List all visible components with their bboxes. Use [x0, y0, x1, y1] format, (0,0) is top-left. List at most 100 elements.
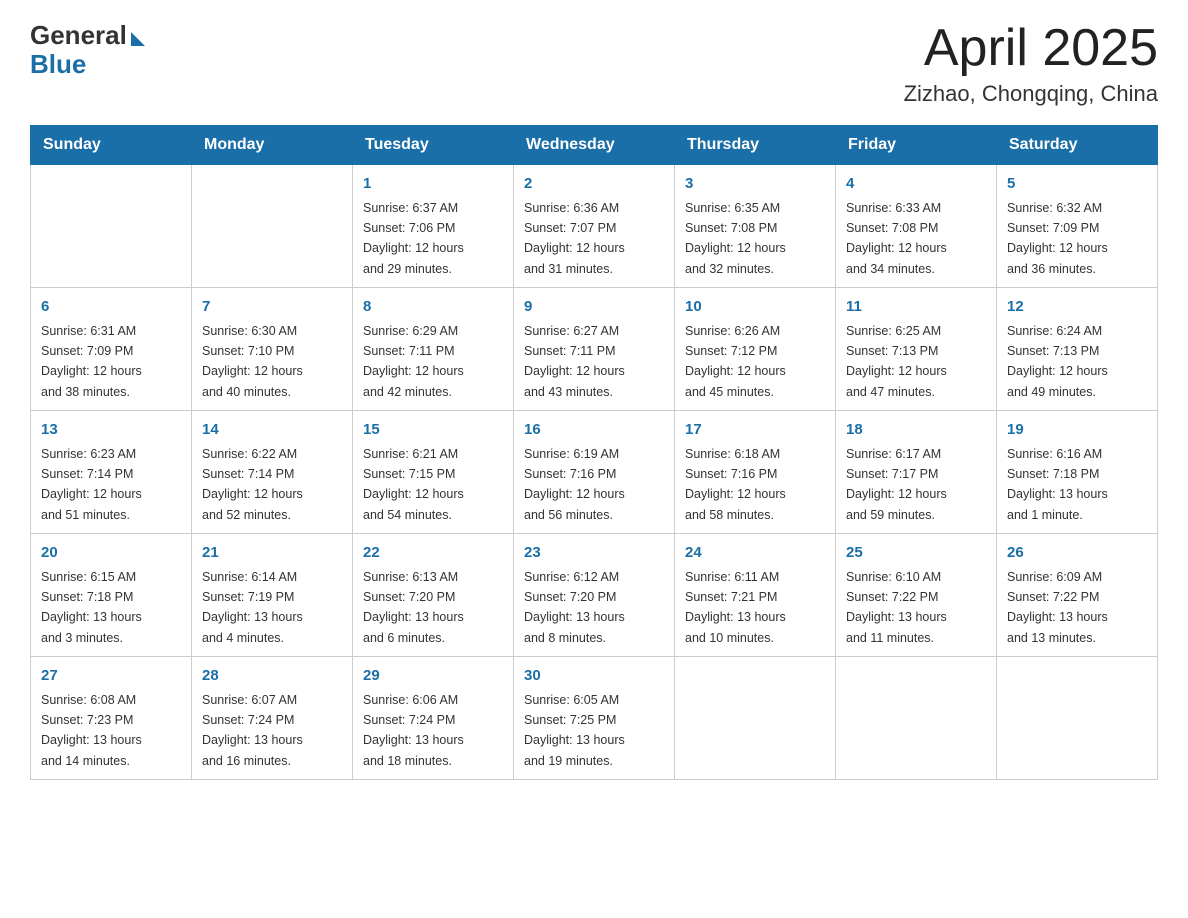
day-number: 5 [1007, 173, 1147, 196]
calendar-cell: 15Sunrise: 6:21 AM Sunset: 7:15 PM Dayli… [353, 411, 514, 534]
day-info: Sunrise: 6:26 AM Sunset: 7:12 PM Dayligh… [685, 324, 786, 399]
day-number: 22 [363, 542, 503, 565]
day-info: Sunrise: 6:06 AM Sunset: 7:24 PM Dayligh… [363, 693, 464, 768]
title-section: April 2025 Zizhao, Chongqing, China [904, 20, 1158, 107]
day-info: Sunrise: 6:11 AM Sunset: 7:21 PM Dayligh… [685, 570, 786, 645]
day-number: 23 [524, 542, 664, 565]
day-info: Sunrise: 6:17 AM Sunset: 7:17 PM Dayligh… [846, 447, 947, 522]
day-info: Sunrise: 6:15 AM Sunset: 7:18 PM Dayligh… [41, 570, 142, 645]
day-number: 8 [363, 296, 503, 319]
calendar-cell: 24 Sunrise: 6:11 AM Sunset: 7:21 PM Dayli… [675, 534, 836, 657]
logo-blue-text: Blue [30, 49, 86, 80]
day-number: 18 [846, 419, 986, 442]
day-info: Sunrise: 6:18 AM Sunset: 7:16 PM Dayligh… [685, 447, 786, 522]
calendar-cell: 9Sunrise: 6:27 AM Sunset: 7:11 PM Daylig… [514, 288, 675, 411]
column-header-monday: Monday [192, 126, 353, 165]
calendar-cell: 8 Sunrise: 6:29 AM Sunset: 7:11 PM Daylig… [353, 288, 514, 411]
day-number: 6 [41, 296, 181, 319]
column-header-tuesday: Tuesday [353, 126, 514, 165]
page-header: General Blue April 2025 Zizhao, Chongqin… [30, 20, 1158, 107]
day-info: Sunrise: 6:29 AM Sunset: 7:11 PM Dayligh… [363, 324, 464, 399]
day-number: 17 [685, 419, 825, 442]
calendar-cell: 17 Sunrise: 6:18 AM Sunset: 7:16 PM Dayli… [675, 411, 836, 534]
day-info: Sunrise: 6:13 AM Sunset: 7:20 PM Dayligh… [363, 570, 464, 645]
day-info: Sunrise: 6:27 AM Sunset: 7:11 PM Dayligh… [524, 324, 625, 399]
calendar-cell: 29 Sunrise: 6:06 AM Sunset: 7:24 PM Dayli… [353, 657, 514, 780]
day-info: Sunrise: 6:16 AM Sunset: 7:18 PM Dayligh… [1007, 447, 1108, 522]
calendar-header-row: SundayMondayTuesdayWednesdayThursdayFrid… [31, 126, 1158, 165]
calendar-cell: 27Sunrise: 6:08 AM Sunset: 7:23 PM Dayli… [31, 657, 192, 780]
day-number: 20 [41, 542, 181, 565]
day-info: Sunrise: 6:21 AM Sunset: 7:15 PM Dayligh… [363, 447, 464, 522]
day-info: Sunrise: 6:33 AM Sunset: 7:08 PM Dayligh… [846, 201, 947, 276]
calendar-week-2: 6 Sunrise: 6:31 AM Sunset: 7:09 PM Daylig… [31, 288, 1158, 411]
calendar-cell: 16 Sunrise: 6:19 AM Sunset: 7:16 PM Dayli… [514, 411, 675, 534]
day-number: 1 [363, 173, 503, 196]
calendar-cell: 3 Sunrise: 6:35 AM Sunset: 7:08 PM Daylig… [675, 165, 836, 288]
calendar-cell: 1 Sunrise: 6:37 AM Sunset: 7:06 PM Daylig… [353, 165, 514, 288]
day-info: Sunrise: 6:14 AM Sunset: 7:19 PM Dayligh… [202, 570, 303, 645]
column-header-saturday: Saturday [997, 126, 1158, 165]
calendar-cell: 30 Sunrise: 6:05 AM Sunset: 7:25 PM Dayli… [514, 657, 675, 780]
column-header-thursday: Thursday [675, 126, 836, 165]
location-title: Zizhao, Chongqing, China [904, 81, 1158, 107]
calendar-cell: 23 Sunrise: 6:12 AM Sunset: 7:20 PM Dayli… [514, 534, 675, 657]
column-header-sunday: Sunday [31, 126, 192, 165]
calendar-cell: 20 Sunrise: 6:15 AM Sunset: 7:18 PM Dayli… [31, 534, 192, 657]
day-info: Sunrise: 6:36 AM Sunset: 7:07 PM Dayligh… [524, 201, 625, 276]
day-info: Sunrise: 6:30 AM Sunset: 7:10 PM Dayligh… [202, 324, 303, 399]
day-number: 27 [41, 665, 181, 688]
calendar-cell: 12 Sunrise: 6:24 AM Sunset: 7:13 PM Dayli… [997, 288, 1158, 411]
logo: General Blue [30, 20, 145, 80]
day-number: 14 [202, 419, 342, 442]
calendar-cell: 6 Sunrise: 6:31 AM Sunset: 7:09 PM Daylig… [31, 288, 192, 411]
day-number: 7 [202, 296, 342, 319]
day-number: 28 [202, 665, 342, 688]
day-number: 11 [846, 296, 986, 319]
day-info: Sunrise: 6:23 AM Sunset: 7:14 PM Dayligh… [41, 447, 142, 522]
day-info: Sunrise: 6:32 AM Sunset: 7:09 PM Dayligh… [1007, 201, 1108, 276]
calendar-cell: 19 Sunrise: 6:16 AM Sunset: 7:18 PM Dayli… [997, 411, 1158, 534]
calendar-cell [675, 657, 836, 780]
day-info: Sunrise: 6:31 AM Sunset: 7:09 PM Dayligh… [41, 324, 142, 399]
calendar-table: SundayMondayTuesdayWednesdayThursdayFrid… [30, 125, 1158, 780]
day-number: 16 [524, 419, 664, 442]
calendar-week-1: 1 Sunrise: 6:37 AM Sunset: 7:06 PM Daylig… [31, 165, 1158, 288]
calendar-cell [836, 657, 997, 780]
calendar-cell: 11Sunrise: 6:25 AM Sunset: 7:13 PM Dayli… [836, 288, 997, 411]
day-info: Sunrise: 6:35 AM Sunset: 7:08 PM Dayligh… [685, 201, 786, 276]
day-info: Sunrise: 6:22 AM Sunset: 7:14 PM Dayligh… [202, 447, 303, 522]
calendar-cell [192, 165, 353, 288]
day-info: Sunrise: 6:12 AM Sunset: 7:20 PM Dayligh… [524, 570, 625, 645]
day-number: 30 [524, 665, 664, 688]
calendar-cell: 18 Sunrise: 6:17 AM Sunset: 7:17 PM Dayli… [836, 411, 997, 534]
calendar-week-3: 13 Sunrise: 6:23 AM Sunset: 7:14 PM Dayli… [31, 411, 1158, 534]
calendar-cell: 10Sunrise: 6:26 AM Sunset: 7:12 PM Dayli… [675, 288, 836, 411]
column-header-wednesday: Wednesday [514, 126, 675, 165]
day-number: 26 [1007, 542, 1147, 565]
day-info: Sunrise: 6:09 AM Sunset: 7:22 PM Dayligh… [1007, 570, 1108, 645]
calendar-cell: 4Sunrise: 6:33 AM Sunset: 7:08 PM Daylig… [836, 165, 997, 288]
day-number: 12 [1007, 296, 1147, 319]
day-number: 25 [846, 542, 986, 565]
day-number: 2 [524, 173, 664, 196]
day-info: Sunrise: 6:10 AM Sunset: 7:22 PM Dayligh… [846, 570, 947, 645]
day-info: Sunrise: 6:37 AM Sunset: 7:06 PM Dayligh… [363, 201, 464, 276]
month-title: April 2025 [904, 20, 1158, 77]
day-info: Sunrise: 6:19 AM Sunset: 7:16 PM Dayligh… [524, 447, 625, 522]
day-number: 13 [41, 419, 181, 442]
calendar-cell: 14 Sunrise: 6:22 AM Sunset: 7:14 PM Dayli… [192, 411, 353, 534]
calendar-cell: 28Sunrise: 6:07 AM Sunset: 7:24 PM Dayli… [192, 657, 353, 780]
day-number: 29 [363, 665, 503, 688]
day-info: Sunrise: 6:24 AM Sunset: 7:13 PM Dayligh… [1007, 324, 1108, 399]
day-number: 24 [685, 542, 825, 565]
calendar-cell [31, 165, 192, 288]
column-header-friday: Friday [836, 126, 997, 165]
day-info: Sunrise: 6:05 AM Sunset: 7:25 PM Dayligh… [524, 693, 625, 768]
logo-general-text: General [30, 20, 127, 51]
calendar-cell: 25 Sunrise: 6:10 AM Sunset: 7:22 PM Dayli… [836, 534, 997, 657]
calendar-week-5: 27Sunrise: 6:08 AM Sunset: 7:23 PM Dayli… [31, 657, 1158, 780]
day-number: 3 [685, 173, 825, 196]
day-number: 19 [1007, 419, 1147, 442]
calendar-cell: 2 Sunrise: 6:36 AM Sunset: 7:07 PM Daylig… [514, 165, 675, 288]
